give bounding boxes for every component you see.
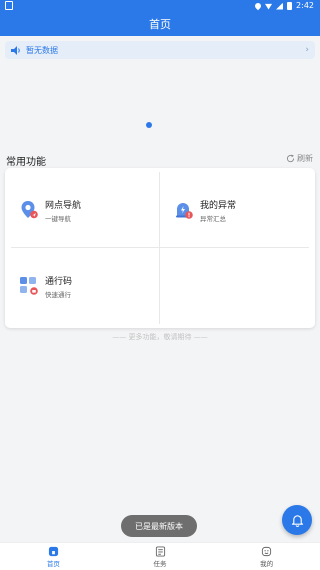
battery-icon xyxy=(287,2,293,10)
app-bar: 首页 xyxy=(0,12,320,36)
refresh-label: 刷新 xyxy=(297,154,313,163)
status-bar: 2:42 xyxy=(0,0,320,12)
function-subtitle: 快速通行 xyxy=(45,290,71,299)
notification-fab[interactable] xyxy=(282,505,312,535)
refresh-icon xyxy=(286,154,295,163)
tab-label: 任务 xyxy=(153,559,167,568)
notice-text: 暂无数据 xyxy=(26,45,58,55)
function-title: 网点导航 xyxy=(45,200,82,211)
location-icon xyxy=(253,1,263,11)
function-item-exceptions[interactable]: 我的异常 异常汇总 xyxy=(174,180,314,240)
notice-bar[interactable]: 暂无数据 › xyxy=(5,41,315,59)
user-icon xyxy=(262,546,272,556)
signal-icon xyxy=(276,2,284,10)
banner-indicator-dot[interactable] xyxy=(146,122,152,128)
grid-code-icon xyxy=(20,277,38,295)
function-title: 我的异常 xyxy=(200,200,237,211)
tab-label: 我的 xyxy=(260,559,274,568)
tab-label: 首页 xyxy=(46,559,60,568)
home-icon xyxy=(48,546,58,556)
toast-message: 已是最新版本 xyxy=(121,515,197,537)
function-subtitle: 一键导航 xyxy=(45,214,71,223)
status-icons: 2:42 xyxy=(253,1,314,11)
function-grid: 网点导航 一键导航 我的异常 异常汇总 通行码 快速通行 xyxy=(5,168,315,328)
bell-icon xyxy=(291,514,303,527)
bottom-tab-bar: 首页 任务 我的 xyxy=(0,542,320,570)
grid-divider xyxy=(11,247,309,248)
tab-tasks[interactable]: 任务 xyxy=(107,543,214,570)
status-time: 2:42 xyxy=(296,1,314,10)
function-item-pass-code[interactable]: 通行码 快速通行 xyxy=(19,256,159,316)
tab-home[interactable]: 首页 xyxy=(0,543,107,570)
page-title: 首页 xyxy=(149,18,171,31)
function-subtitle: 异常汇总 xyxy=(200,214,226,223)
speaker-icon xyxy=(11,45,20,55)
grid-divider xyxy=(159,172,160,248)
wifi-icon xyxy=(265,3,273,10)
alert-icon xyxy=(176,203,193,219)
location-pin-icon xyxy=(21,201,38,219)
app-status-icon xyxy=(5,1,13,10)
chevron-right-icon: › xyxy=(305,45,309,55)
section-title: 常用功能 xyxy=(6,157,46,168)
task-list-icon xyxy=(155,545,165,557)
more-features-hint: —— 更多功能，敬请期待 —— xyxy=(112,333,208,341)
refresh-button[interactable]: 刷新 xyxy=(286,153,313,164)
grid-divider xyxy=(159,248,160,324)
function-item-navigation[interactable]: 网点导航 一键导航 xyxy=(19,180,159,240)
tab-mine[interactable]: 我的 xyxy=(213,543,320,570)
function-title: 通行码 xyxy=(45,276,73,287)
